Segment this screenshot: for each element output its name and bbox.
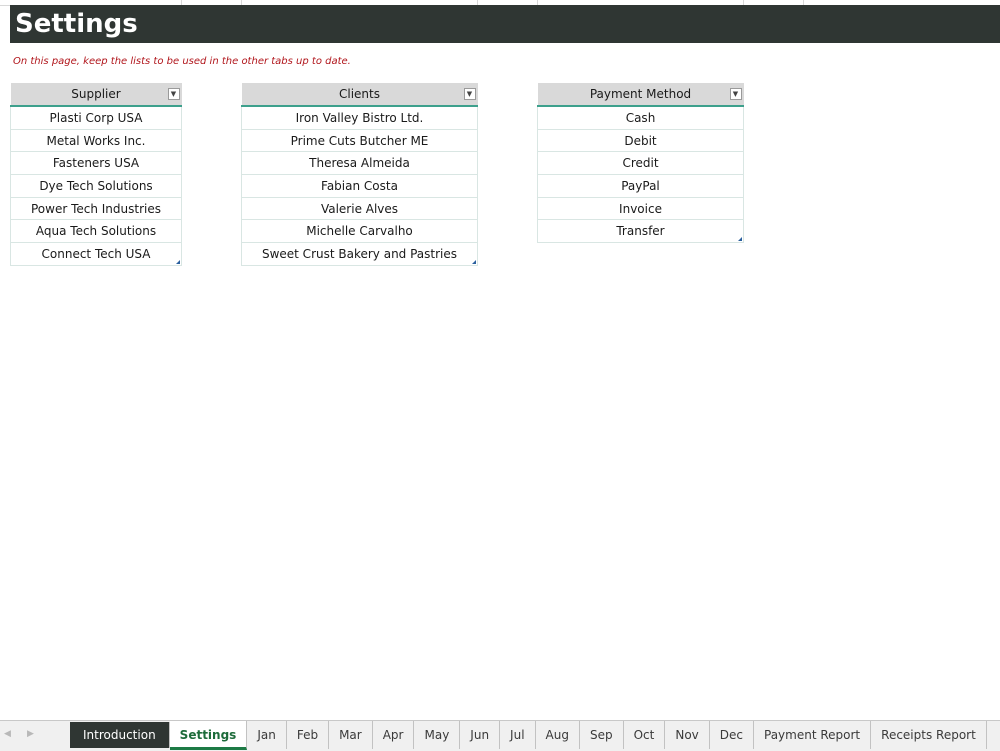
- table-cell[interactable]: Valerie Alves: [241, 197, 478, 221]
- sheet-tab-sep[interactable]: Sep: [580, 721, 624, 749]
- table-row: Plasti Corp USA: [10, 106, 182, 130]
- payment-method-table: Payment Method ▼ Cash Debit Credit PayPal In…: [537, 83, 744, 244]
- sheet-tab-introduction[interactable]: Introduction: [70, 722, 170, 748]
- table-cell[interactable]: Michelle Carvalho: [241, 219, 478, 244]
- sheet-tab-feb[interactable]: Feb: [287, 721, 330, 749]
- table-cell[interactable]: Invoice: [537, 197, 744, 221]
- supplier-header-label: Supplier: [71, 87, 121, 101]
- cell-text: Power Tech Industries: [30, 201, 161, 216]
- cell-text: Fabian Costa: [321, 178, 398, 193]
- sheet-tab-payment-report[interactable]: Payment Report: [754, 721, 872, 749]
- table-row: Sweet Crust Bakery and Pastries: [241, 242, 478, 266]
- sheet-tab-jan[interactable]: Jan: [247, 721, 287, 749]
- table-row: Iron Valley Bistro Ltd.: [241, 106, 478, 130]
- cell-text: Transfer: [616, 224, 665, 239]
- sheet-tabs: Introduction Settings Jan Feb Mar Apr May Jun Ju…: [70, 721, 987, 751]
- filter-dropdown-icon[interactable]: ▼: [729, 88, 742, 100]
- table-cell[interactable]: Connect Tech USA: [10, 242, 182, 266]
- payment-method-header[interactable]: Payment Method ▼: [537, 83, 744, 107]
- sheet-tab-may[interactable]: May: [414, 721, 461, 749]
- table-row: PayPal: [537, 174, 744, 198]
- table-row: Connect Tech USA: [10, 242, 182, 266]
- table-cell[interactable]: Fabian Costa: [241, 174, 478, 198]
- table-cell[interactable]: Fasteners USA: [10, 151, 182, 176]
- instruction-note: On this page, keep the lists to be used …: [13, 56, 351, 67]
- filter-dropdown-icon[interactable]: ▼: [167, 88, 180, 100]
- table-row: Prime Cuts Butcher ME: [241, 129, 478, 153]
- table-row: Valerie Alves: [241, 197, 478, 221]
- cell-text: Dye Tech Solutions: [39, 178, 153, 193]
- chevron-right-icon[interactable]: ▶: [27, 729, 34, 739]
- table-row: Cash: [537, 106, 744, 130]
- table-row: Aqua Tech Solutions: [10, 219, 182, 244]
- cell-text: Theresa Almeida: [309, 156, 410, 171]
- table-cell[interactable]: Sweet Crust Bakery and Pastries: [241, 242, 478, 266]
- cell-text: Cash: [625, 110, 656, 125]
- table-cell[interactable]: Prime Cuts Butcher ME: [241, 129, 478, 153]
- cell-text: Connect Tech USA: [41, 246, 151, 261]
- page-title: Settings: [15, 9, 138, 39]
- cell-text: Sweet Crust Bakery and Pastries: [261, 246, 458, 261]
- table-cell[interactable]: Aqua Tech Solutions: [10, 219, 182, 244]
- table-row: Dye Tech Solutions: [10, 174, 182, 198]
- cell-text: Iron Valley Bistro Ltd.: [295, 110, 424, 125]
- table-row: Invoice: [537, 197, 744, 221]
- title-banner: Settings: [10, 5, 1000, 43]
- clients-header[interactable]: Clients ▼: [241, 83, 478, 107]
- table-cell[interactable]: Cash: [537, 106, 744, 130]
- table-row: Power Tech Industries: [10, 197, 182, 221]
- cell-text: Michelle Carvalho: [306, 224, 413, 239]
- sheet-tab-settings[interactable]: Settings: [169, 721, 248, 750]
- sheet-tab-dec[interactable]: Dec: [710, 721, 754, 749]
- payment-method-header-label: Payment Method: [589, 87, 692, 101]
- sheet-tab-bar: ◀ ▶ Introduction Settings Jan Feb Mar Apr May J…: [0, 720, 1000, 751]
- cell-text: Debit: [624, 133, 657, 148]
- table-row: Debit: [537, 129, 744, 153]
- cell-text: Fasteners USA: [52, 156, 140, 171]
- supplier-table: Supplier ▼ Plasti Corp USA Metal Works In…: [10, 83, 182, 266]
- sheet-tab-mar[interactable]: Mar: [329, 721, 373, 749]
- table-row: Fabian Costa: [241, 174, 478, 198]
- table-row: Metal Works Inc.: [10, 129, 182, 153]
- cell-text: Credit: [622, 156, 659, 171]
- cell-text: Plasti Corp USA: [49, 110, 143, 125]
- cell-text: Aqua Tech Solutions: [35, 224, 157, 239]
- clients-header-label: Clients: [339, 87, 380, 101]
- table-cell[interactable]: Debit: [537, 129, 744, 153]
- table-row: Transfer: [537, 219, 744, 244]
- sheet-tab-nov[interactable]: Nov: [665, 721, 710, 749]
- sheet-tab-receipts-report[interactable]: Receipts Report: [871, 721, 987, 749]
- table-cell[interactable]: Iron Valley Bistro Ltd.: [241, 106, 478, 130]
- sheet-tab-apr[interactable]: Apr: [373, 721, 415, 749]
- table-row: Michelle Carvalho: [241, 219, 478, 244]
- table-row: Fasteners USA: [10, 151, 182, 176]
- table-resize-handle[interactable]: [472, 259, 476, 264]
- cell-text: Valerie Alves: [320, 201, 399, 216]
- table-cell[interactable]: Dye Tech Solutions: [10, 174, 182, 198]
- filter-dropdown-icon[interactable]: ▼: [463, 88, 476, 100]
- table-cell[interactable]: Metal Works Inc.: [10, 129, 182, 153]
- table-row: Theresa Almeida: [241, 151, 478, 176]
- cell-text: Invoice: [619, 201, 662, 216]
- cell-text: Metal Works Inc.: [46, 133, 146, 148]
- sheet-tab-oct[interactable]: Oct: [624, 721, 666, 749]
- table-row: Credit: [537, 151, 744, 176]
- table-cell[interactable]: Plasti Corp USA: [10, 106, 182, 130]
- sheet-tab-jun[interactable]: Jun: [460, 721, 501, 749]
- supplier-header[interactable]: Supplier ▼: [10, 83, 182, 107]
- cell-text: Prime Cuts Butcher ME: [290, 133, 429, 148]
- cell-text: PayPal: [621, 178, 660, 193]
- table-cell[interactable]: Credit: [537, 151, 744, 176]
- table-cell[interactable]: Theresa Almeida: [241, 151, 478, 176]
- table-cell[interactable]: PayPal: [537, 174, 744, 198]
- table-resize-handle[interactable]: [176, 259, 180, 264]
- sheet-tab-jul[interactable]: Jul: [500, 721, 536, 749]
- table-resize-handle[interactable]: [738, 237, 742, 242]
- sheet-tab-aug[interactable]: Aug: [536, 721, 580, 749]
- chevron-left-icon[interactable]: ◀: [4, 729, 11, 739]
- table-cell[interactable]: Power Tech Industries: [10, 197, 182, 221]
- table-cell[interactable]: Transfer: [537, 219, 744, 244]
- clients-table: Clients ▼ Iron Valley Bistro Ltd. Prime C…: [241, 83, 478, 266]
